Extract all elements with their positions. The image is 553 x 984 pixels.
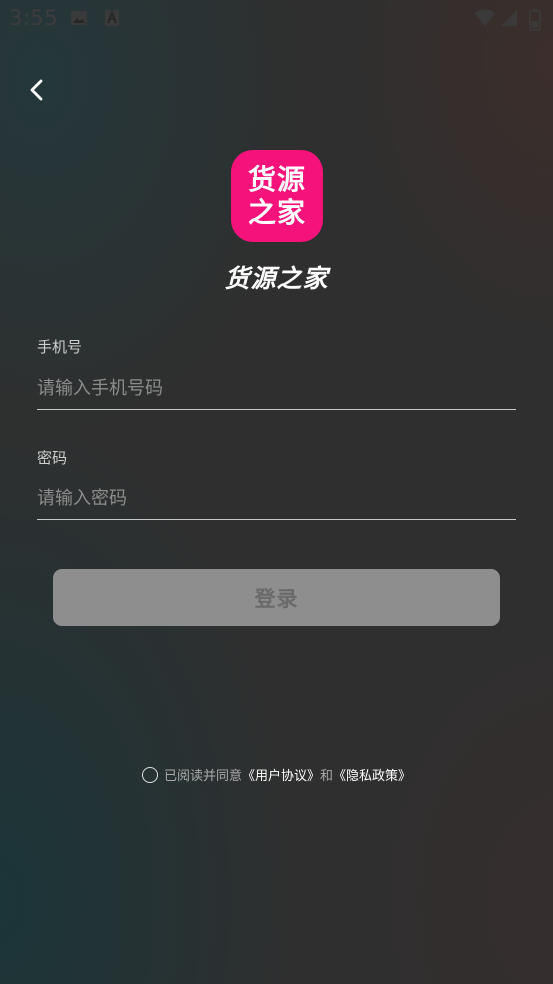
- password-label: 密码: [37, 449, 68, 467]
- app-name: 货源之家: [224, 264, 329, 293]
- agreement-row: 已阅读并同意 《用户协议》 和 《隐私政策》: [0, 765, 553, 784]
- agree-checkbox[interactable]: [141, 766, 158, 783]
- agreement-prefix: 已阅读并同意: [163, 769, 242, 784]
- status-time: 3:55: [9, 6, 59, 30]
- login-screen: 3:55 货源 之家 货源之家 手机号 请输入手机号码 密码 登录 已阅读并同意…: [0, 0, 553, 984]
- user-agreement-link[interactable]: 《用户协议》: [242, 765, 320, 784]
- phone-label: 手机号: [37, 338, 83, 356]
- password-underline: [37, 519, 516, 520]
- privacy-policy-link[interactable]: 《隐私政策》: [333, 765, 411, 784]
- app-logo: 货源 之家: [231, 150, 323, 242]
- status-bar: 3:55: [0, 0, 553, 38]
- wifi-icon: [474, 9, 496, 31]
- image-icon: [70, 9, 88, 31]
- battery-icon: [529, 9, 541, 35]
- logo-line-1: 货源: [247, 163, 306, 196]
- logo-line-2: 之家: [247, 196, 306, 229]
- font-icon: [104, 9, 120, 31]
- back-button[interactable]: [20, 72, 56, 108]
- agreement-and: 和: [320, 769, 334, 784]
- chevron-left-icon: [30, 79, 43, 101]
- password-input[interactable]: [37, 478, 516, 518]
- phone-underline: [37, 409, 516, 410]
- signal-icon: [500, 9, 518, 31]
- phone-input[interactable]: [37, 368, 516, 408]
- login-button[interactable]: 登录: [53, 569, 500, 626]
